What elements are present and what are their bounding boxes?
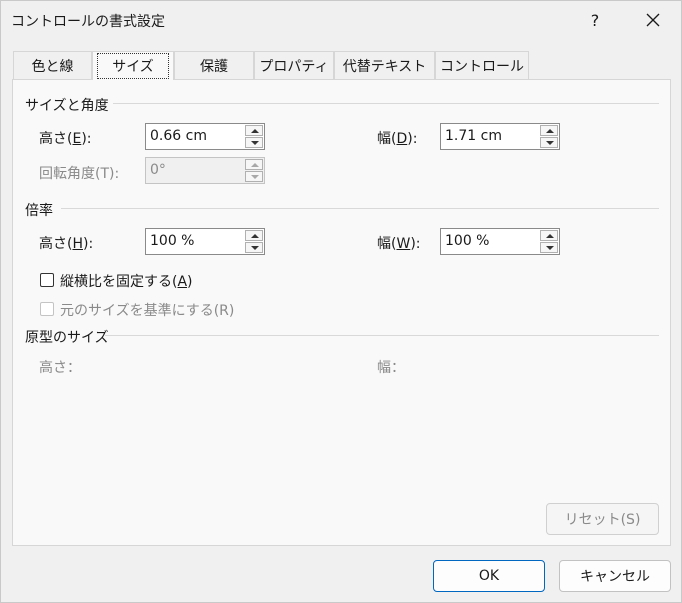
format-control-dialog: コントロールの書式設定 ? 色と線 サイズ 保護 プロパティ 代替テキスト コン… bbox=[0, 0, 682, 603]
reset-button: リセット(S) bbox=[546, 503, 659, 535]
spin-down-button[interactable] bbox=[245, 137, 263, 148]
width-label: 幅(D): bbox=[377, 131, 418, 147]
original-size-group-title: 原型のサイズ bbox=[25, 330, 109, 346]
scale-height-input[interactable]: 100 % bbox=[150, 233, 194, 249]
spin-up-button bbox=[245, 159, 263, 170]
tab-label: プロパティ bbox=[259, 58, 329, 75]
cancel-button[interactable]: キャンセル bbox=[559, 560, 671, 592]
tab-properties[interactable]: プロパティ bbox=[254, 51, 334, 79]
help-button[interactable]: ? bbox=[575, 3, 615, 37]
window-title: コントロールの書式設定 bbox=[11, 14, 165, 30]
tab-size[interactable]: サイズ bbox=[92, 51, 174, 80]
original-height-label: 高さ： bbox=[39, 360, 81, 376]
tab-control[interactable]: コントロール bbox=[435, 51, 529, 79]
size-tab-panel: サイズと角度 高さ(E): 0.66 cm 幅(D): 1.71 cm 回転角度… bbox=[12, 79, 671, 546]
rotation-spinner: 0° bbox=[145, 157, 265, 184]
height-label: 高さ(E): bbox=[39, 131, 92, 147]
relative-original-label: 元のサイズを基準にする(R) bbox=[60, 303, 235, 319]
height-input[interactable]: 0.66 cm bbox=[150, 128, 207, 144]
close-icon bbox=[646, 13, 660, 27]
group-divider bbox=[113, 103, 659, 104]
size-rotate-group-title: サイズと角度 bbox=[25, 98, 109, 114]
tab-label: 色と線 bbox=[31, 58, 74, 75]
help-icon: ? bbox=[590, 10, 600, 30]
width-input[interactable]: 1.71 cm bbox=[445, 128, 502, 144]
scale-width-spinner[interactable]: 100 % bbox=[440, 228, 560, 255]
rotation-label: 回転角度(T): bbox=[39, 166, 120, 182]
spin-down-button[interactable] bbox=[540, 137, 558, 148]
scale-group-title: 倍率 bbox=[25, 203, 53, 219]
tab-protection[interactable]: 保護 bbox=[174, 51, 254, 79]
tab-label: コントロール bbox=[440, 58, 524, 75]
group-divider bbox=[105, 335, 659, 336]
spin-up-button[interactable] bbox=[540, 125, 558, 136]
spin-up-button[interactable] bbox=[540, 230, 558, 241]
spin-down-button bbox=[245, 171, 263, 182]
spin-down-button[interactable] bbox=[245, 242, 263, 253]
original-width-label: 幅： bbox=[377, 360, 405, 376]
scale-width-input[interactable]: 100 % bbox=[445, 233, 489, 249]
tab-label: 保護 bbox=[200, 58, 228, 75]
tab-colors-lines[interactable]: 色と線 bbox=[13, 51, 92, 79]
spin-down-button[interactable] bbox=[540, 242, 558, 253]
scale-width-label: 幅(W): bbox=[377, 236, 421, 252]
lock-aspect-checkbox[interactable] bbox=[40, 273, 54, 287]
tab-label: 代替テキスト bbox=[342, 58, 427, 75]
group-divider bbox=[61, 208, 659, 209]
title-bar: コントロールの書式設定 ? bbox=[1, 1, 681, 39]
tab-alt-text[interactable]: 代替テキスト bbox=[334, 51, 435, 79]
close-button[interactable] bbox=[631, 3, 675, 37]
scale-height-label: 高さ(H): bbox=[39, 236, 94, 252]
height-spinner[interactable]: 0.66 cm bbox=[145, 123, 265, 150]
scale-height-spinner[interactable]: 100 % bbox=[145, 228, 265, 255]
tab-label: サイズ bbox=[97, 53, 169, 79]
ok-button[interactable]: OK bbox=[433, 560, 545, 592]
lock-aspect-label[interactable]: 縦横比を固定する(A) bbox=[60, 271, 193, 291]
spin-up-button[interactable] bbox=[245, 230, 263, 241]
relative-original-checkbox bbox=[40, 302, 54, 316]
spin-up-button[interactable] bbox=[245, 125, 263, 136]
width-spinner[interactable]: 1.71 cm bbox=[440, 123, 560, 150]
rotation-input: 0° bbox=[150, 162, 166, 178]
